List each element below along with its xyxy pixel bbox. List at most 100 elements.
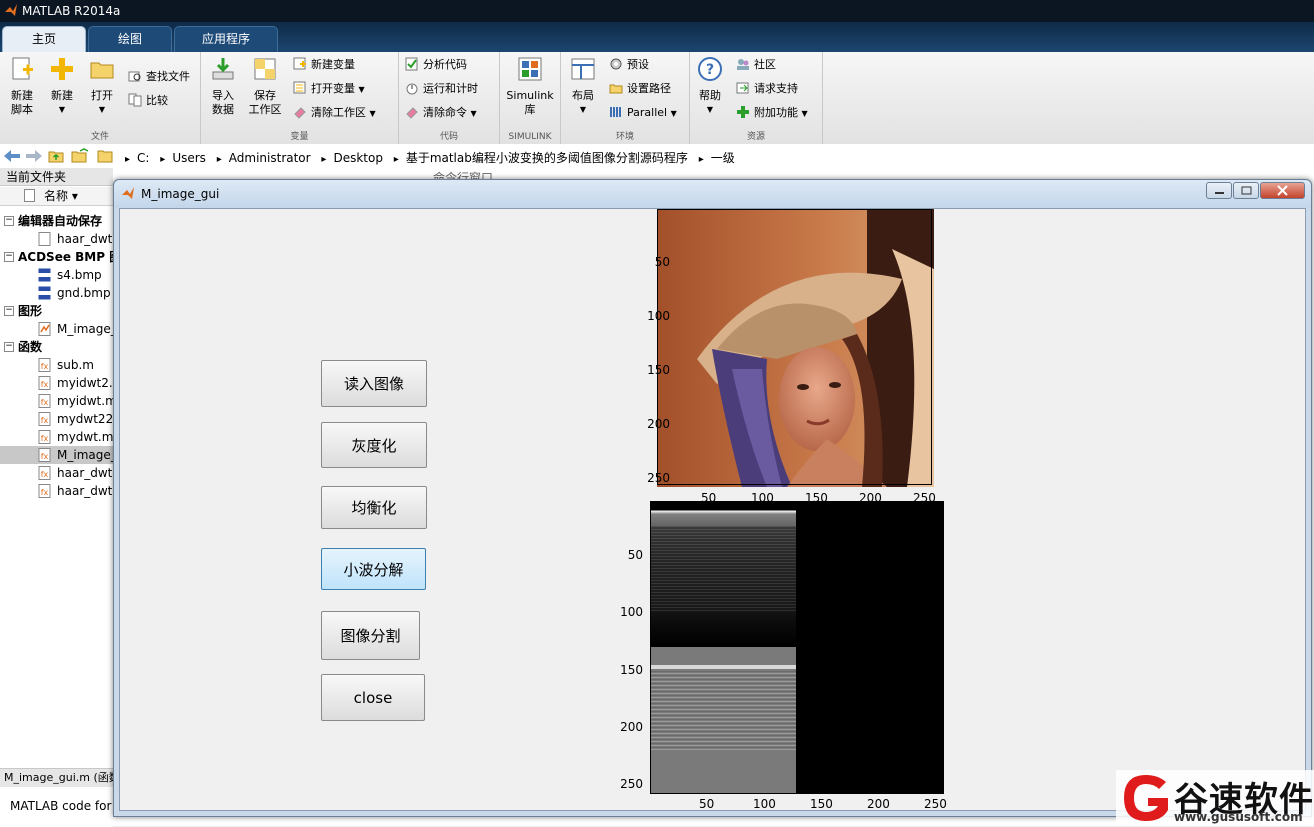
figure-window: M_image_gui 读入图像 灰度化 均衡化 小波分解 图像分割 close (113, 179, 1312, 817)
breadcrumb-item[interactable]: Administrator (229, 151, 311, 165)
open-variable-icon (293, 81, 306, 94)
list-item[interactable]: fx mydwt22.m (0, 410, 113, 428)
y-tick-label: 200 (620, 720, 643, 734)
community-button[interactable]: 社区 (736, 56, 776, 74)
tree-group[interactable]: −ACDSee BMP 图像 (0, 248, 113, 266)
collapse-icon[interactable]: − (4, 342, 14, 352)
new-script-button[interactable]: 新建 脚本 (2, 56, 42, 117)
compare-button[interactable]: 比较 (128, 92, 168, 110)
y-tick-label: 100 (620, 605, 643, 619)
clear-commands-label: 清除命令 (423, 106, 467, 119)
list-item[interactable]: gnd.bmp (0, 284, 113, 302)
tab-plots[interactable]: 绘图 (88, 26, 172, 52)
segment-image-button[interactable]: 图像分割 (321, 611, 420, 660)
open-variable-button[interactable]: 打开变量 ▼ (293, 80, 365, 98)
y-tick-label: 150 (647, 363, 670, 377)
breadcrumb-item[interactable]: C: (137, 151, 149, 165)
preferences-button[interactable]: 预设 (609, 56, 649, 74)
browse-folder-icon[interactable] (71, 148, 89, 164)
fig-file-icon (38, 322, 51, 336)
analyze-code-button[interactable]: 分析代码 (405, 56, 467, 74)
list-item[interactable]: fx sub.m (0, 356, 113, 374)
watermark: 谷速软件 www.gususoft.com (1116, 770, 1314, 826)
file-name: M_image_gui.fig (57, 322, 113, 336)
x-tick-label: 250 (924, 797, 947, 811)
wavelet-decompose-button[interactable]: 小波分解 (321, 548, 426, 590)
save-workspace-button[interactable]: 保存 工作区 (245, 56, 285, 117)
request-support-button[interactable]: 请求支持 (736, 80, 798, 98)
svg-text:fx: fx (41, 380, 49, 389)
folder-icon (97, 150, 113, 163)
add-ons-button[interactable]: 附加功能 ▼ (736, 104, 808, 122)
gear-icon (610, 58, 622, 70)
list-item[interactable]: fx mydwt.m (0, 428, 113, 446)
equalize-button[interactable]: 均衡化 (321, 486, 427, 529)
clear-workspace-button[interactable]: 清除工作区 ▼ (293, 104, 376, 122)
matlab-logo-icon (122, 187, 134, 199)
new-label: 新建 (51, 89, 73, 102)
list-item[interactable]: fx haar_dwt.m (0, 482, 113, 500)
breadcrumb-item[interactable]: Desktop (333, 151, 383, 165)
app-title: MATLAB R2014a (22, 4, 121, 18)
tree-group-label: ACDSee BMP 图像 (18, 250, 113, 264)
simulink-library-button[interactable]: Simulink 库 (504, 56, 556, 117)
back-arrow-icon[interactable] (3, 148, 21, 164)
axes-wavelet-image[interactable]: 50 100 150 200 250 50 100 150 200 250 (610, 499, 950, 812)
new-button[interactable]: 新建 ▼ (42, 56, 82, 117)
svg-text:fx: fx (41, 452, 49, 461)
parallel-button[interactable]: Parallel ▼ (609, 104, 677, 122)
close-button[interactable]: close (321, 674, 425, 721)
find-files-label: 查找文件 (146, 70, 190, 83)
details-panel: M_image_gui.m (函数) MATLAB code for M_ima… (0, 768, 213, 827)
tab-home[interactable]: 主页 (2, 26, 86, 52)
axes-original-image[interactable]: 50 100 150 200 250 50 100 150 200 250 (647, 209, 936, 505)
tree-group[interactable]: − 编辑器自动保存 (0, 212, 113, 230)
find-files-button[interactable]: 查找文件 (128, 68, 190, 86)
tree-group-label: 函数 (18, 340, 43, 354)
forward-arrow-icon[interactable] (25, 148, 43, 164)
clear-commands-button[interactable]: 清除命令 ▼ (405, 104, 477, 122)
grayscale-button[interactable]: 灰度化 (321, 422, 427, 468)
list-item-selected[interactable]: fx M_image_gui.m (0, 446, 113, 464)
figure-titlebar: M_image_gui (114, 180, 1311, 208)
breadcrumb-item[interactable]: Users (172, 151, 206, 165)
list-item[interactable]: fx myidwt.m (0, 392, 113, 410)
collapse-icon[interactable]: − (4, 216, 14, 226)
list-item[interactable]: fx haar_dwt2.m (0, 464, 113, 482)
up-folder-icon[interactable] (48, 148, 64, 164)
resources-section-caption: 资源 (746, 132, 765, 142)
open-button[interactable]: 打开 ▼ (82, 56, 122, 117)
new-script-icon (12, 57, 33, 80)
name-column-header[interactable]: 名称 ▾ (0, 187, 113, 206)
current-folder-title: 当前文件夹 (0, 168, 113, 186)
collapse-icon[interactable]: − (4, 252, 14, 262)
maximize-button[interactable] (1233, 182, 1259, 199)
file-name: sub.m (57, 358, 94, 372)
layout-button[interactable]: 布局 ▼ (563, 56, 603, 117)
folder-icon (90, 62, 114, 79)
read-image-button[interactable]: 读入图像 (321, 360, 427, 407)
find-files-icon (128, 71, 141, 82)
close-window-button[interactable] (1260, 182, 1305, 199)
list-item[interactable]: haar_dwt.m (0, 230, 113, 248)
new-variable-button[interactable]: 新建变量 (293, 56, 355, 74)
tab-apps[interactable]: 应用程序 (174, 26, 278, 52)
set-path-button[interactable]: 设置路径 (609, 80, 671, 98)
minimize-button[interactable] (1206, 182, 1232, 199)
tree-group[interactable]: − 图形 (0, 302, 113, 320)
watermark-url: www.gususoft.com (1174, 810, 1303, 824)
breadcrumb-item[interactable]: 基于matlab编程小波变换的多阈值图像分割源码程序 (406, 151, 688, 165)
collapse-icon[interactable]: − (4, 306, 14, 316)
import-data-button[interactable]: 导入 数据 (203, 56, 243, 117)
breadcrumb-item[interactable]: 一级 (711, 151, 735, 165)
eraser-icon (406, 107, 418, 119)
add-ons-label: 附加功能 (754, 106, 798, 119)
list-item[interactable]: M_image_gui.fig (0, 320, 113, 338)
tree-group[interactable]: − 函数 (0, 338, 113, 356)
m-file-icon: fx (38, 448, 51, 462)
list-item[interactable]: s4.bmp (0, 266, 113, 284)
run-and-time-button[interactable]: 运行和计时 (405, 80, 478, 98)
help-button[interactable]: ? 帮助 ▼ (690, 56, 730, 117)
list-item[interactable]: fx myidwt2.m (0, 374, 113, 392)
y-tick-label: 50 (627, 548, 643, 562)
